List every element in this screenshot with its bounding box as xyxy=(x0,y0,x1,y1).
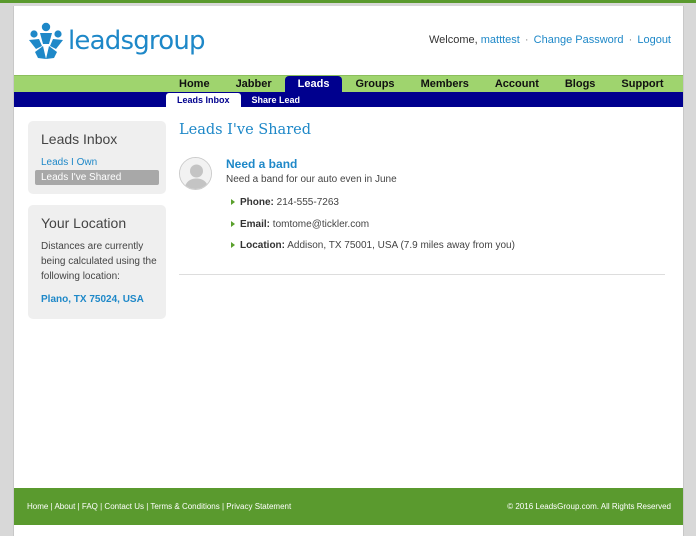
nav-jabber[interactable]: Jabber xyxy=(223,76,285,92)
lead-email: Email: tomtome@tickler.com xyxy=(231,219,515,241)
bullet-arrow-icon xyxy=(231,199,235,205)
welcome-bar: Welcome, matttest · Change Password · Lo… xyxy=(429,34,671,46)
nav-home[interactable]: Home xyxy=(166,76,223,92)
email-value: tomtome@tickler.com xyxy=(272,218,370,230)
phone-label: Phone: xyxy=(240,197,274,208)
nav-leads[interactable]: Leads xyxy=(284,76,343,92)
footer-link-privacy[interactable]: Privacy Statement xyxy=(226,502,291,511)
location-description: Distances are currently being calculated… xyxy=(41,241,157,282)
browser-frame: leadsgroup Welcome, matttest · Change Pa… xyxy=(0,0,696,536)
leads-inbox-title: Leads Inbox xyxy=(41,131,118,147)
page-title: Leads I've Shared xyxy=(179,122,311,138)
change-password-link[interactable]: Change Password xyxy=(534,34,624,46)
nav-blogs[interactable]: Blogs xyxy=(552,76,609,92)
lead-details: Phone: 214-555-7263 Email: tomtome@tickl… xyxy=(231,197,515,262)
sub-nav: Leads Inbox Share Lead xyxy=(14,92,683,107)
nav-members[interactable]: Members xyxy=(408,76,482,92)
user-silhouette-icon xyxy=(180,158,211,189)
footer-link-about[interactable]: About xyxy=(54,502,75,511)
footer: Home | About | FAQ | Contact Us | Terms … xyxy=(14,488,683,525)
lead-location: Location: Addison, TX 75001, USA (7.9 mi… xyxy=(231,240,515,262)
footer-link-faq[interactable]: FAQ xyxy=(82,502,98,511)
footer-link-contact[interactable]: Contact Us xyxy=(104,502,144,511)
divider xyxy=(179,274,665,275)
location-label: Location: xyxy=(240,240,285,251)
separator: · xyxy=(628,34,633,46)
phone-value: 214-555-7263 xyxy=(276,197,339,208)
leads-inbox-panel: Leads Inbox Leads I Own Leads I've Share… xyxy=(28,121,166,194)
nav-support[interactable]: Support xyxy=(608,76,676,92)
leads-i-own-link[interactable]: Leads I Own xyxy=(35,155,159,170)
current-location[interactable]: Plano, TX 75024, USA xyxy=(41,292,159,307)
copyright: © 2016 LeadsGroup.com. All Rights Reserv… xyxy=(507,502,671,511)
subnav-leads-inbox[interactable]: Leads Inbox xyxy=(166,93,241,107)
page-container: leadsgroup Welcome, matttest · Change Pa… xyxy=(13,6,684,536)
lead-description: Need a band for our auto even in June xyxy=(226,174,397,185)
avatar xyxy=(179,157,212,190)
nav-account[interactable]: Account xyxy=(482,76,552,92)
separator: · xyxy=(524,34,529,46)
logout-link[interactable]: Logout xyxy=(637,34,671,46)
welcome-label: Welcome, xyxy=(428,34,478,46)
bullet-arrow-icon xyxy=(231,242,235,248)
email-label: Email: xyxy=(240,218,271,230)
main-nav: Home Jabber Leads Groups Members Account… xyxy=(14,75,683,92)
your-location-title: Your Location xyxy=(41,215,127,231)
leads-ive-shared-link[interactable]: Leads I've Shared xyxy=(35,170,159,185)
your-location-panel: Your Location Distances are currently be… xyxy=(28,205,166,319)
lead-phone: Phone: 214-555-7263 xyxy=(231,197,515,219)
footer-links: Home | About | FAQ | Contact Us | Terms … xyxy=(27,502,292,511)
site-logo[interactable]: leadsgroup xyxy=(28,21,206,61)
footer-link-home[interactable]: Home xyxy=(27,502,48,511)
logo-text: leadsgroup xyxy=(68,26,206,56)
username-link[interactable]: matttest xyxy=(481,34,520,46)
lead-title-link[interactable]: Need a band xyxy=(226,157,297,171)
location-value: Addison, TX 75001, USA (7.9 miles away f… xyxy=(287,240,515,251)
people-logo-icon xyxy=(29,22,63,59)
bullet-arrow-icon xyxy=(231,220,235,227)
footer-link-terms[interactable]: Terms & Conditions xyxy=(150,502,219,511)
subnav-share-lead[interactable]: Share Lead xyxy=(241,93,312,107)
nav-groups[interactable]: Groups xyxy=(342,76,407,92)
